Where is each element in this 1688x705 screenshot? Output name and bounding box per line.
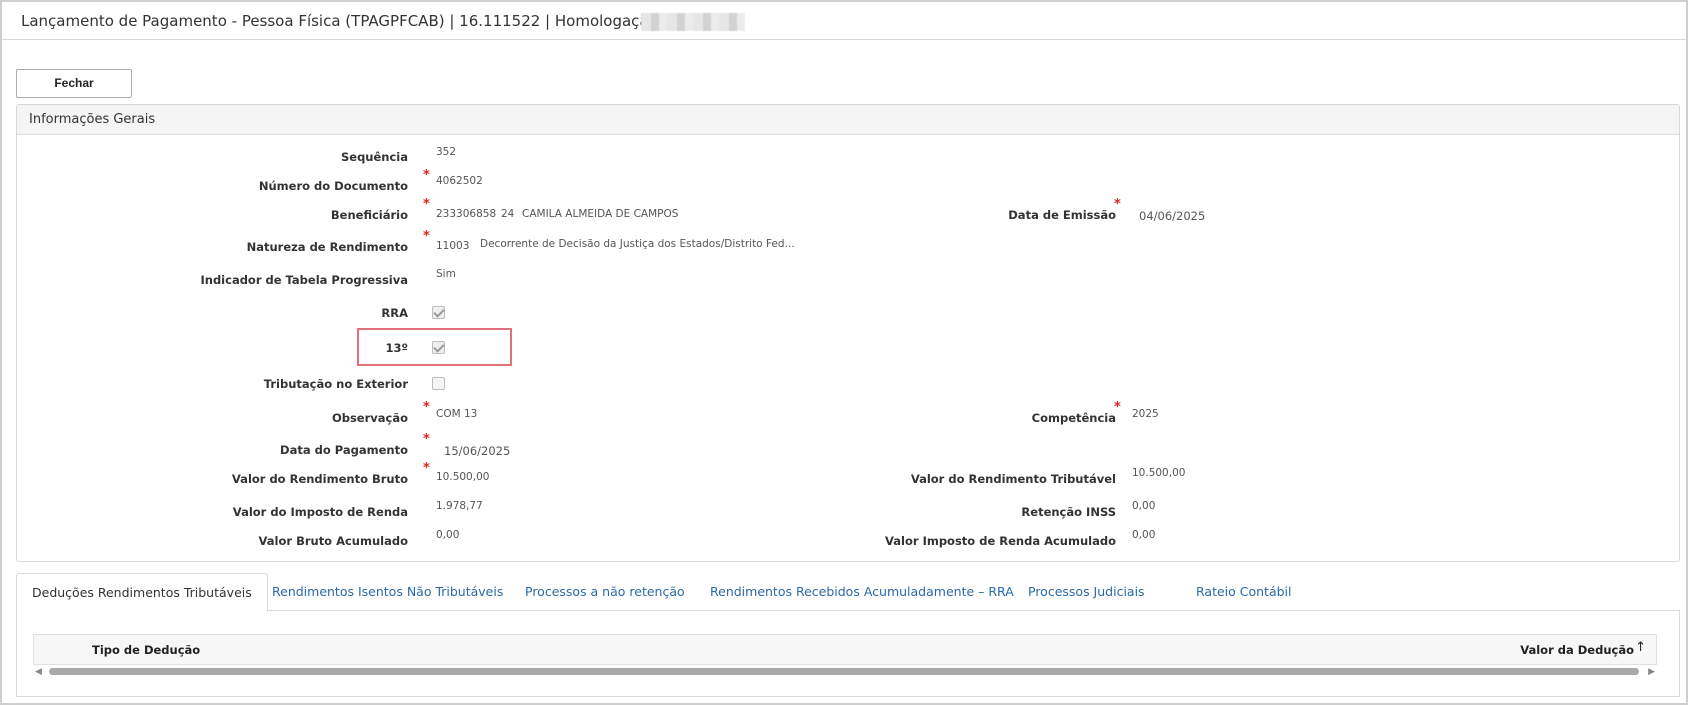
data-pagamento-label: Data do Pagamento: [280, 443, 408, 457]
sequencia-label: Sequência: [340, 150, 408, 164]
required-mark: *: [423, 229, 430, 244]
natureza-rendimento-code[interactable]: 11003: [436, 240, 469, 252]
column-header-valor-deducao[interactable]: Valor da Dedução: [1520, 643, 1634, 657]
valor-rendimento-bruto-label: Valor do Rendimento Bruto: [231, 472, 408, 486]
valor-rendimento-tributavel-value: 10.500,00: [1132, 467, 1186, 479]
required-mark: *: [423, 432, 430, 447]
retencao-inss-label: Retenção INSS: [1021, 505, 1116, 519]
indicador-tabela-label: Indicador de Tabela Progressiva: [200, 273, 408, 287]
arrow-up-icon[interactable]: ↑: [1635, 640, 1646, 655]
competencia-value[interactable]: 2025: [1132, 408, 1159, 420]
decimo-terceiro-label: 13º: [385, 341, 409, 355]
rra-checkbox[interactable]: [432, 306, 445, 319]
data-emissao-label: Data de Emissão: [1008, 208, 1116, 222]
tab-strip: Deduções Rendimentos Tributáveis Rendime…: [16, 573, 1680, 612]
natureza-rendimento-label: Natureza de Rendimento: [246, 240, 408, 254]
valor-ir-acumulado-label: Valor Imposto de Renda Acumulado: [885, 534, 1116, 548]
numero-documento-value: 4062502: [436, 175, 483, 187]
redacted-environment-name: [641, 13, 745, 31]
general-info-panel: Informações Gerais: [16, 104, 1680, 562]
observacao-label: Observação: [331, 411, 408, 425]
required-mark: *: [1114, 400, 1121, 415]
required-mark: *: [1114, 197, 1121, 212]
valor-rendimento-bruto-value[interactable]: 10.500,00: [436, 471, 489, 483]
tab-rendimentos-rra[interactable]: Rendimentos Recebidos Acumuladamente – R…: [710, 573, 1014, 611]
tributacao-exterior-label: Tributação no Exterior: [263, 377, 408, 391]
window-title: Lançamento de Pagamento - Pessoa Física …: [21, 12, 668, 30]
valor-rendimento-tributavel-label: Valor do Rendimento Tributável: [910, 472, 1116, 486]
scroll-left-icon[interactable]: ◀: [35, 667, 42, 677]
tab-processos-nao-retencao[interactable]: Processos a não retenção: [525, 573, 685, 611]
beneficiario-name: CAMILA ALMEIDA DE CAMPOS: [522, 208, 679, 220]
required-mark: *: [423, 197, 430, 212]
horizontal-scrollbar[interactable]: ◀ ▶: [33, 666, 1657, 677]
retencao-inss-value: 0,00: [1132, 500, 1156, 512]
observacao-value[interactable]: COM 13: [436, 408, 477, 420]
data-emissao-value[interactable]: 04/06/2025: [1139, 209, 1205, 223]
decimo-terceiro-checkbox[interactable]: [432, 341, 445, 354]
panel-title: Informações Gerais: [29, 112, 156, 127]
scrollbar-thumb[interactable]: [49, 668, 1639, 675]
rra-label: RRA: [381, 306, 408, 320]
title-bar: Lançamento de Pagamento - Pessoa Física …: [2, 2, 1686, 40]
scroll-right-icon[interactable]: ▶: [1648, 667, 1655, 677]
indicador-tabela-value: Sim: [436, 268, 456, 280]
required-mark: *: [423, 168, 430, 183]
tributacao-exterior-checkbox[interactable]: [432, 377, 445, 390]
natureza-rendimento-description: Decorrente de Decisão da Justiça dos Est…: [480, 238, 795, 250]
required-mark: *: [423, 461, 430, 476]
beneficiario-code[interactable]: 233306858: [436, 208, 496, 220]
competencia-label: Competência: [1031, 411, 1116, 425]
column-header-tipo-deducao[interactable]: Tipo de Dedução: [92, 643, 200, 657]
valor-bruto-acumulado-value: 0,00: [436, 529, 460, 541]
close-button[interactable]: Fechar: [16, 69, 132, 98]
deducoes-grid-header: Tipo de Dedução Valor da Dedução ↑: [33, 634, 1657, 665]
numero-documento-label: Número do Documento: [258, 179, 408, 193]
beneficiario-label: Beneficiário: [330, 208, 408, 222]
data-pagamento-value[interactable]: 15/06/2025: [444, 444, 510, 458]
required-mark: *: [423, 400, 430, 415]
valor-bruto-acumulado-label: Valor Bruto Acumulado: [258, 534, 408, 548]
tab-rateio-contabil[interactable]: Rateio Contábil: [1196, 573, 1292, 611]
sequencia-value: 352: [436, 146, 457, 158]
panel-header[interactable]: Informações Gerais: [17, 105, 1679, 135]
valor-imposto-renda-label: Valor do Imposto de Renda: [232, 505, 408, 519]
tab-processos-judiciais[interactable]: Processos Judiciais: [1028, 573, 1145, 611]
beneficiario-digit[interactable]: 24: [501, 208, 514, 220]
valor-ir-acumulado-value: 0,00: [1132, 529, 1156, 541]
tab-deducoes-rendimentos-tributaveis[interactable]: Deduções Rendimentos Tributáveis: [16, 573, 268, 612]
tab-rendimentos-isentos[interactable]: Rendimentos Isentos Não Tributáveis: [272, 573, 503, 611]
valor-imposto-renda-value: 1.978,77: [436, 500, 483, 512]
